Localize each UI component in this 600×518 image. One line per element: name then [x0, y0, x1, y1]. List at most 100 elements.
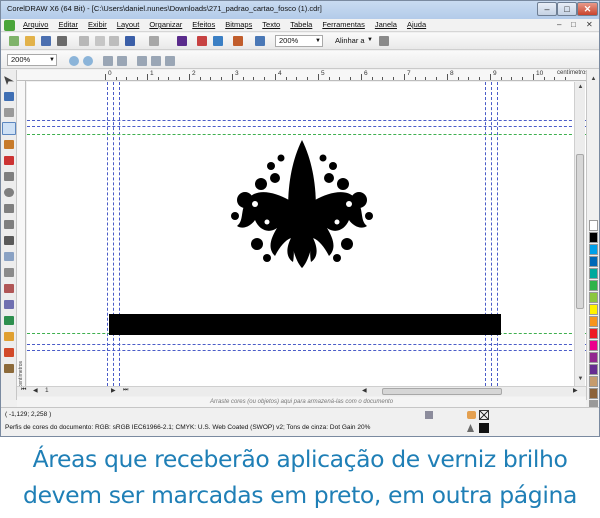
welcome-screen-icon[interactable]	[255, 36, 265, 46]
search-content-icon[interactable]	[177, 36, 187, 46]
doc-minimize-button[interactable]: –	[557, 20, 561, 29]
doc-close-button[interactable]: ✕	[586, 20, 593, 29]
new-icon[interactable]	[9, 36, 19, 46]
maximize-button[interactable]: □	[557, 2, 577, 16]
ellipse-tool-icon[interactable]	[4, 188, 14, 197]
chevron-down-icon[interactable]: ▼	[367, 37, 373, 43]
menu-organizar[interactable]: Organizar	[149, 20, 182, 29]
palette-swatch[interactable]	[589, 268, 598, 279]
palette-up-icon[interactable]: ▲	[587, 74, 599, 84]
cut-icon[interactable]	[79, 36, 89, 46]
drawing-canvas[interactable]	[27, 82, 587, 386]
palette-swatch[interactable]	[589, 256, 598, 267]
palette-swatch[interactable]	[589, 352, 598, 363]
menu-efeitos[interactable]: Efeitos	[192, 20, 215, 29]
scroll-up-icon[interactable]: ▲	[575, 82, 586, 92]
basic-shapes-icon[interactable]	[4, 220, 14, 229]
next-page-icon[interactable]: ▶	[111, 387, 116, 394]
menu-arquivo[interactable]: Arquivo	[23, 20, 48, 29]
color-profile-info[interactable]: Perfis de cores do documento: RGB: sRGB …	[5, 424, 370, 431]
palette-swatch[interactable]	[589, 340, 598, 351]
palette-swatch[interactable]	[589, 304, 598, 315]
guide-line[interactable]	[27, 120, 587, 121]
palette-swatch[interactable]	[589, 376, 598, 387]
property-zoom-select[interactable]: 200% ▼	[7, 54, 57, 66]
app-launcher-icon[interactable]	[233, 36, 243, 46]
outline-pen-icon[interactable]	[467, 424, 474, 432]
palette-swatch[interactable]	[589, 316, 598, 327]
palette-swatch[interactable]	[589, 328, 598, 339]
guide-line[interactable]	[485, 82, 486, 386]
bleed-guide-line[interactable]	[27, 134, 587, 135]
table-tool-icon[interactable]	[4, 252, 14, 261]
last-page-icon[interactable]: ⏭	[123, 387, 128, 394]
guide-line[interactable]	[27, 350, 587, 351]
connector-tool-icon[interactable]	[4, 284, 14, 293]
menu-layout[interactable]: Layout	[117, 20, 140, 29]
save-icon[interactable]	[41, 36, 51, 46]
print-icon[interactable]	[57, 36, 67, 46]
horizontal-scroll-thumb[interactable]	[382, 388, 502, 395]
guide-line[interactable]	[497, 82, 498, 386]
zoom-page-icon[interactable]	[137, 56, 147, 66]
open-icon[interactable]	[25, 36, 35, 46]
freehand-tool-icon[interactable]	[4, 140, 14, 149]
vertical-scroll-thumb[interactable]	[576, 154, 584, 309]
paste-icon[interactable]	[109, 36, 119, 46]
ornament-graphic[interactable]	[227, 140, 377, 270]
zoom-level-select[interactable]: 200% ▼	[275, 35, 323, 47]
outline-color-swatch[interactable]	[479, 423, 489, 433]
polygon-tool-icon[interactable]	[4, 204, 14, 213]
rectangle-tool-icon[interactable]	[4, 172, 14, 181]
fill-swatch-icon[interactable]	[467, 411, 476, 419]
palette-swatch[interactable]	[589, 280, 598, 291]
no-fill-icon[interactable]	[479, 410, 489, 420]
doc-restore-button[interactable]: □	[571, 20, 576, 29]
menu-texto[interactable]: Texto	[262, 20, 280, 29]
dimension-tool-icon[interactable]	[4, 268, 14, 277]
palette-swatch[interactable]	[589, 220, 598, 231]
interactive-tool-icon[interactable]	[4, 300, 14, 309]
scroll-left-icon[interactable]: ◀	[362, 387, 367, 394]
guide-line[interactable]	[27, 344, 587, 345]
smart-fill-icon[interactable]	[4, 156, 14, 165]
guide-line[interactable]	[27, 126, 587, 127]
scroll-right-icon[interactable]: ▶	[573, 387, 578, 394]
guide-line[interactable]	[119, 82, 120, 386]
prev-page-icon[interactable]: ◀	[33, 387, 38, 394]
eyedropper-tool-icon[interactable]	[4, 316, 14, 325]
guide-line[interactable]	[107, 82, 108, 386]
export-icon[interactable]	[213, 36, 223, 46]
vertical-scrollbar[interactable]: ▲ ▼	[574, 82, 585, 386]
zoom-width-icon[interactable]	[151, 56, 161, 66]
black-rectangle[interactable]	[109, 314, 501, 335]
menu-tabela[interactable]: Tabela	[290, 20, 312, 29]
palette-swatch[interactable]	[589, 388, 598, 399]
menu-bitmaps[interactable]: Bitmaps	[225, 20, 252, 29]
options-icon[interactable]	[379, 36, 389, 46]
fill-tool-icon[interactable]	[4, 348, 14, 357]
zoom-tool-icon[interactable]	[2, 122, 16, 135]
guide-line[interactable]	[113, 82, 114, 386]
pick-tool-icon[interactable]	[4, 76, 14, 85]
undo-icon[interactable]	[125, 36, 135, 46]
snap-to-label[interactable]: Alinhar a	[335, 36, 365, 45]
scroll-down-icon[interactable]: ▼	[575, 374, 586, 384]
horizontal-ruler[interactable]: 0 1 2 3 4 5 6 7 8 9 10 centímetros	[17, 70, 588, 81]
document-palette-hint[interactable]: Arraste cores (ou objetos) aqui para arm…	[17, 397, 586, 407]
text-tool-icon[interactable]	[4, 236, 14, 245]
close-button[interactable]: ✕	[577, 2, 598, 16]
vertical-ruler[interactable]: centímetros	[17, 81, 26, 387]
zoom-selected-icon[interactable]	[103, 56, 113, 66]
copy-icon[interactable]	[95, 36, 105, 46]
outline-tool-icon[interactable]	[4, 332, 14, 341]
menu-exibir[interactable]: Exibir	[88, 20, 107, 29]
palette-swatch[interactable]	[589, 232, 598, 243]
palette-swatch[interactable]	[589, 244, 598, 255]
redo-icon[interactable]	[149, 36, 159, 46]
shape-tool-icon[interactable]	[4, 92, 14, 101]
menu-ferramentas[interactable]: Ferramentas	[322, 20, 365, 29]
menu-janela[interactable]: Janela	[375, 20, 397, 29]
page-tab[interactable]: 1	[45, 387, 49, 394]
zoom-in-icon[interactable]	[69, 56, 79, 66]
